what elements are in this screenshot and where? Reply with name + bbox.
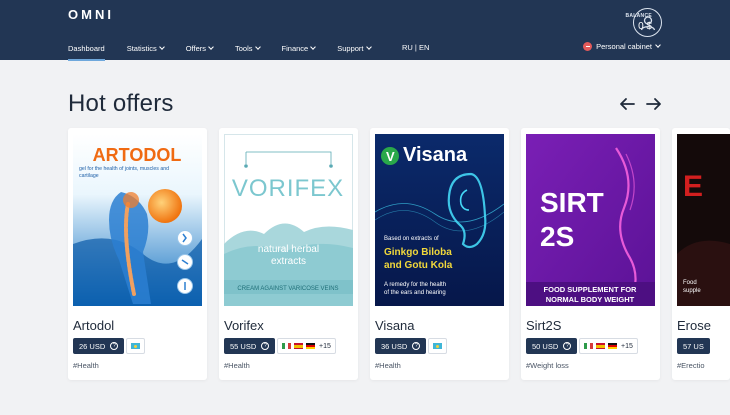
offer-tag[interactable]: #Erectio	[677, 361, 705, 370]
geo-flags	[126, 338, 145, 354]
svg-text:Visana: Visana	[403, 144, 468, 166]
user-icon	[640, 15, 655, 30]
price-badge: 36 USD ?	[375, 338, 427, 354]
nav-finance[interactable]: Finance	[282, 43, 317, 53]
svg-text:ARTODOL: ARTODOL	[93, 145, 182, 165]
chevron-down-icon	[310, 43, 317, 50]
price-badge: 57 US	[677, 338, 710, 354]
svg-text:CREAM AGAINST VARICOSE VEINS: CREAM AGAINST VARICOSE VEINS	[237, 286, 338, 292]
offer-card-sirt2s[interactable]: SIRT 2S FOOD SUPPLEMENT FOR NORMAL BODY …	[521, 128, 660, 380]
offer-name[interactable]: Erose	[677, 318, 711, 333]
offer-image[interactable]: E Food supple	[677, 134, 730, 306]
svg-text:A remedy for the health: A remedy for the health	[384, 282, 446, 288]
main-nav: Dashboard Statistics Offers Tools Financ…	[68, 43, 393, 61]
svg-text:NORMAL BODY WEIGHT: NORMAL BODY WEIGHT	[546, 295, 635, 304]
geo-flags: +15	[579, 338, 638, 354]
offer-card-visana[interactable]: V Visana Based on extracts of Ginkgo Bil…	[370, 128, 509, 380]
offer-image[interactable]: VORIFEX natural herbal extracts CREAM AG…	[224, 134, 353, 306]
nav-support[interactable]: Support	[337, 43, 372, 53]
personal-cabinet-label: Personal cabinet	[596, 42, 652, 51]
top-header: OMNI BALANCE 0 $ Dashboard Statistics Of…	[0, 0, 730, 61]
offer-name[interactable]: Artodol	[73, 318, 114, 333]
price-badge: 26 USD ?	[73, 338, 125, 354]
user-avatar[interactable]	[633, 8, 662, 37]
omni-logo[interactable]: OMNI	[68, 7, 114, 22]
offer-tag[interactable]: #Health	[375, 361, 401, 370]
svg-text:E: E	[683, 170, 703, 203]
svg-text:VORIFEX: VORIFEX	[232, 175, 344, 202]
offer-tag[interactable]: #Health	[73, 361, 99, 370]
price-badge: 50 USD ?	[526, 338, 578, 354]
svg-text:of the ears and hearing: of the ears and hearing	[384, 290, 446, 296]
chevron-down-icon	[365, 43, 372, 50]
flag-kz-icon	[131, 343, 140, 349]
chevron-down-icon	[254, 43, 261, 50]
question-icon[interactable]: ?	[261, 342, 270, 350]
flag-es-icon	[294, 343, 303, 349]
nav-tools[interactable]: Tools	[235, 43, 261, 53]
offer-image[interactable]: SIRT 2S FOOD SUPPLEMENT FOR NORMAL BODY …	[526, 134, 655, 306]
question-icon[interactable]: ?	[563, 342, 572, 350]
question-icon[interactable]: ?	[412, 342, 421, 350]
svg-text:Based on extracts of: Based on extracts of	[384, 236, 439, 242]
flag-it-icon	[282, 343, 291, 349]
svg-text:supple: supple	[683, 288, 701, 294]
nav-offers[interactable]: Offers	[186, 43, 214, 53]
section-title: Hot offers	[68, 90, 174, 117]
flag-de-icon	[608, 343, 617, 349]
offer-image[interactable]: ARTODOL gel for the health of joints, mu…	[73, 134, 202, 306]
logout-icon	[583, 42, 593, 51]
svg-text:FOOD SUPPLEMENT FOR: FOOD SUPPLEMENT FOR	[544, 285, 638, 294]
offer-image[interactable]: V Visana Based on extracts of Ginkgo Bil…	[375, 134, 504, 306]
flag-es-icon	[596, 343, 605, 349]
more-geos-count[interactable]: +15	[621, 343, 633, 350]
flag-de-icon	[306, 343, 315, 349]
flag-kz-icon	[433, 343, 442, 349]
geo-flags: +15	[277, 338, 336, 354]
offer-tag[interactable]: #Weight loss	[526, 361, 569, 370]
chevron-down-icon	[655, 42, 661, 48]
svg-text:and Gotu Kola: and Gotu Kola	[384, 260, 453, 271]
offer-name[interactable]: Visana	[375, 318, 415, 333]
question-icon[interactable]: ?	[110, 342, 119, 350]
arrow-left-icon[interactable]	[618, 96, 636, 112]
language-switch[interactable]: RU | EN	[402, 43, 429, 52]
svg-text:SIRT: SIRT	[540, 187, 604, 218]
nav-statistics[interactable]: Statistics	[127, 43, 165, 53]
nav-dashboard[interactable]: Dashboard	[68, 43, 105, 61]
offer-card-vorifex[interactable]: VORIFEX natural herbal extracts CREAM AG…	[219, 128, 358, 380]
chevron-down-icon	[158, 43, 165, 50]
svg-text:2S: 2S	[540, 221, 574, 252]
offer-card-artodol[interactable]: ARTODOL gel for the health of joints, mu…	[68, 128, 207, 380]
offer-name[interactable]: Vorifex	[224, 318, 264, 333]
chevron-down-icon	[208, 43, 214, 50]
svg-text:Food: Food	[683, 280, 697, 286]
arrow-right-icon[interactable]	[645, 96, 663, 112]
offer-card-erose[interactable]: E Food supple Erose 57 US #Erectio	[672, 128, 730, 380]
flag-it-icon	[584, 343, 593, 349]
more-geos-count[interactable]: +15	[319, 343, 331, 350]
price-badge: 55 USD ?	[224, 338, 276, 354]
offer-name[interactable]: Sirt2S	[526, 318, 561, 333]
offer-tag[interactable]: #Health	[224, 361, 250, 370]
svg-text:Ginkgo Biloba: Ginkgo Biloba	[384, 247, 452, 258]
geo-flags	[428, 338, 447, 354]
svg-text:V: V	[386, 149, 395, 164]
personal-cabinet-menu[interactable]: Personal cabinet	[583, 42, 661, 51]
